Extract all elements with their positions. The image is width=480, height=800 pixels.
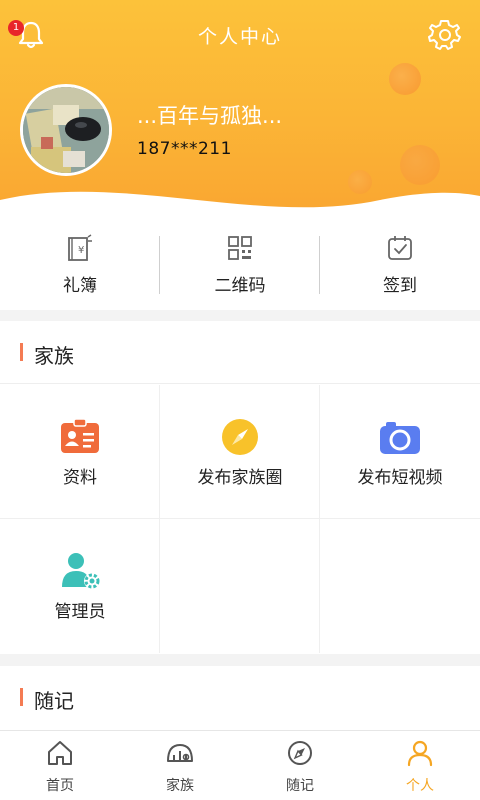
section-accent-bar xyxy=(20,343,23,361)
tab-personal-label: 个人 xyxy=(406,778,434,794)
checkin-label: 签到 xyxy=(383,276,417,296)
tab-family[interactable]: 家族 xyxy=(120,731,240,800)
family-profile-label: 资料 xyxy=(63,468,97,488)
gift-book-button[interactable]: ¥ 礼簿 xyxy=(0,222,160,310)
phone-number: 187***211 xyxy=(137,139,232,159)
tab-home-label: 首页 xyxy=(46,778,74,794)
empty-grid-cell xyxy=(320,519,480,653)
notes-section-title: 随记 xyxy=(34,689,74,713)
avatar-photo xyxy=(23,87,109,173)
username: ...百年与孤独... xyxy=(137,104,283,128)
qr-code-icon xyxy=(228,236,252,260)
page-title: 个人中心 xyxy=(197,26,282,48)
family-icon xyxy=(167,744,193,762)
tab-family-label: 家族 xyxy=(166,778,194,794)
section-accent-bar xyxy=(20,688,23,706)
family-profile-item[interactable]: 资料 xyxy=(0,385,160,519)
family-section-title: 家族 xyxy=(34,344,74,368)
gear-icon[interactable] xyxy=(428,18,462,52)
divider xyxy=(319,236,320,294)
admin-user-icon xyxy=(62,553,100,589)
publish-family-circle-label: 发布家族圈 xyxy=(197,468,283,488)
notes-section: 随记 xyxy=(0,666,480,730)
camera-icon xyxy=(380,422,420,454)
svg-text:¥: ¥ xyxy=(78,245,84,256)
quick-actions: ¥ 礼簿 二维码 签到 xyxy=(0,222,480,310)
publish-short-video-item[interactable]: 发布短视频 xyxy=(320,385,480,519)
checkin-calendar-icon xyxy=(388,236,412,260)
decor-bubble xyxy=(389,63,421,95)
family-section: 家族 资料 发布家族圈 发布短视频 管理员 xyxy=(0,321,480,654)
tab-notes-label: 随记 xyxy=(286,778,314,794)
person-icon xyxy=(407,740,433,767)
empty-grid-cell xyxy=(160,519,320,653)
publish-short-video-label: 发布短视频 xyxy=(357,468,443,488)
notes-section-header: 随记 xyxy=(0,666,480,729)
tab-notes[interactable]: 随记 xyxy=(240,731,360,800)
tab-home[interactable]: 首页 xyxy=(0,731,120,800)
bottom-tabbar: 首页 家族 随记 个人 xyxy=(0,730,480,800)
qr-code-label: 二维码 xyxy=(214,276,266,296)
qr-code-button[interactable]: 二维码 xyxy=(160,222,320,310)
tab-personal[interactable]: 个人 xyxy=(360,731,480,800)
admin-label: 管理员 xyxy=(54,602,106,622)
family-grid: 资料 发布家族圈 发布短视频 管理员 xyxy=(0,385,480,654)
header-wave xyxy=(0,191,480,222)
publish-family-circle-item[interactable]: 发布家族圈 xyxy=(160,385,320,519)
divider xyxy=(159,236,160,294)
home-icon xyxy=(48,741,72,765)
decor-bubble xyxy=(400,145,440,185)
compass-icon xyxy=(222,419,258,455)
avatar[interactable] xyxy=(20,84,112,176)
gift-book-label: 礼簿 xyxy=(63,276,97,296)
family-section-header: 家族 xyxy=(0,321,480,384)
admin-item[interactable]: 管理员 xyxy=(0,519,160,653)
profile-header: 1 个人中心 ...百年与孤独... 187***211 xyxy=(0,0,480,222)
gift-book-icon: ¥ xyxy=(68,234,92,261)
notes-compass-icon xyxy=(288,741,312,765)
profile-card-icon xyxy=(61,418,99,453)
checkin-button[interactable]: 签到 xyxy=(320,222,480,310)
